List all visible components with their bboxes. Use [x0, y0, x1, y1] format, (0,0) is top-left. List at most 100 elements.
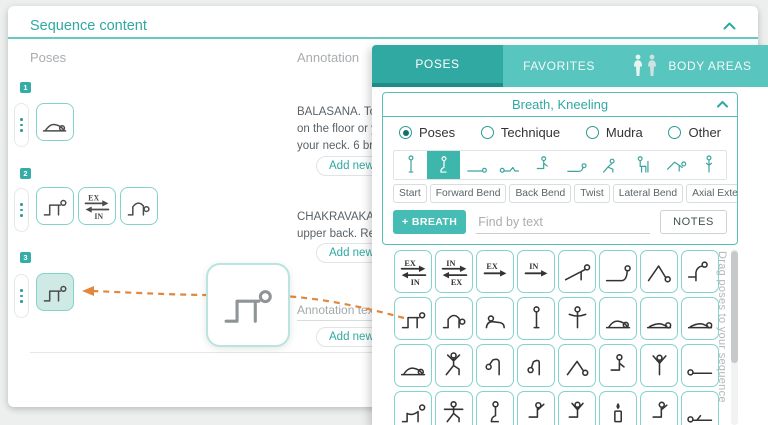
- grid-pose-downward-dog-variant[interactable]: [558, 344, 596, 387]
- grid-pose-supine-rest[interactable]: [681, 344, 719, 387]
- grid-pose-child-pose[interactable]: [599, 297, 637, 340]
- radio-circle-icon: [481, 126, 494, 139]
- grid-pose-warrior-two[interactable]: [435, 391, 473, 425]
- category-lateral-bend[interactable]: Lateral Bend: [613, 184, 683, 203]
- category-axial-extension[interactable]: Axial Extension: [686, 184, 738, 203]
- filter-chevron-up-icon[interactable]: [717, 101, 728, 108]
- grid-pose-child-pose-flat[interactable]: [394, 344, 432, 387]
- drag-handle[interactable]: [14, 103, 29, 147]
- grid-pose-child-pose-variant[interactable]: [681, 297, 719, 340]
- grid-pose-cat-cow[interactable]: [394, 391, 432, 425]
- item-number-badge: 1: [20, 82, 31, 93]
- grid-pose-table-pose[interactable]: [394, 297, 432, 340]
- grid-pose-candle[interactable]: [599, 391, 637, 425]
- grid-pose-supine-legs-extended[interactable]: [681, 391, 719, 425]
- svg-text:IN: IN: [94, 212, 103, 221]
- position-filter-chair-seated[interactable]: [626, 151, 659, 179]
- position-filter-prone-elbows[interactable]: [560, 151, 593, 179]
- tab-body-areas-label: BODY AREAS: [668, 59, 751, 73]
- grid-pose-standing-forward-fold[interactable]: [476, 344, 514, 387]
- svg-text:IN: IN: [446, 259, 455, 268]
- tab-body-areas[interactable]: BODY AREAS: [615, 45, 768, 87]
- standing-y-arms-icon: [644, 350, 675, 381]
- grid-pose-breath-ex[interactable]: EX: [476, 250, 514, 293]
- grid-pose-kneeling-reach[interactable]: [640, 391, 678, 425]
- notes-button[interactable]: NOTES: [660, 210, 727, 234]
- standing-arms-bent-icon: [562, 303, 593, 334]
- grid-pose-kneeling-upright[interactable]: [599, 344, 637, 387]
- forward-fold-variant-icon: [521, 350, 552, 381]
- search-input[interactable]: [476, 211, 650, 234]
- radio-poses[interactable]: Poses: [399, 125, 455, 140]
- position-filter-supine[interactable]: [494, 151, 527, 179]
- grid-pose-camel-pose[interactable]: [681, 250, 719, 293]
- filter-dropdown[interactable]: Breath, Kneeling: [383, 93, 737, 117]
- grid-pose-forward-fold-variant[interactable]: [517, 344, 555, 387]
- sequence-pose-breath-ex-in[interactable]: EX IN: [78, 187, 116, 225]
- grid-pose-kneeling-arms-up[interactable]: [558, 391, 596, 425]
- category-twist[interactable]: Twist: [574, 184, 609, 203]
- position-filter-standing-prayer[interactable]: [693, 151, 726, 179]
- grid-pose-breath-ex-in[interactable]: EXIN: [394, 250, 432, 293]
- sphinx-pose-icon: [603, 256, 634, 287]
- tab-favorites[interactable]: FAVORITES: [503, 45, 615, 87]
- kneeling-arm-raise-icon: [521, 397, 552, 425]
- child-pose-icon: [40, 107, 70, 137]
- svg-text:IN: IN: [529, 262, 538, 271]
- grid-pose-kneeling-arm-raise[interactable]: [517, 391, 555, 425]
- child-pose-variant-icon: [685, 303, 716, 334]
- grid-pose-high-lunge[interactable]: [435, 344, 473, 387]
- svg-text:EX: EX: [88, 194, 99, 203]
- position-filter-lunge[interactable]: [593, 151, 626, 179]
- radio-circle-icon: [668, 126, 681, 139]
- sequence-pose-cat-pose[interactable]: [120, 187, 158, 225]
- breath-ex-in-icon: EX IN: [82, 191, 112, 221]
- position-filter-prone[interactable]: [460, 151, 493, 179]
- drag-handle[interactable]: [14, 188, 29, 232]
- collapse-chevron-up-icon[interactable]: [723, 22, 736, 30]
- category-forward-bend[interactable]: Forward Bend: [430, 184, 507, 203]
- radio-technique[interactable]: Technique: [481, 125, 560, 140]
- grid-pose-standing-arms-bent[interactable]: [558, 297, 596, 340]
- position-filter-standing[interactable]: [394, 151, 427, 179]
- category-back-bend[interactable]: Back Bend: [509, 184, 571, 203]
- tab-poses[interactable]: POSES: [372, 45, 503, 87]
- scrollbar-track[interactable]: [731, 249, 738, 425]
- sequence-pose-table-pose[interactable]: [36, 187, 74, 225]
- grid-pose-standing-pose[interactable]: [517, 297, 555, 340]
- sequence-pose-table-pose[interactable]: [36, 273, 74, 311]
- position-filter-kneeling-sit[interactable]: [427, 151, 460, 179]
- dragged-pose-ghost[interactable]: [206, 263, 290, 347]
- panel-tabbar: POSES FAVORITES BODY AREAS: [372, 45, 768, 87]
- position-filter-arm-balance[interactable]: [660, 151, 693, 179]
- grid-pose-plank-pose[interactable]: [558, 250, 596, 293]
- downward-dog-variant-icon: [562, 350, 593, 381]
- camel-pose-icon: [685, 256, 716, 287]
- radio-other[interactable]: Other: [668, 125, 721, 140]
- child-pose-flat-icon: [398, 350, 429, 381]
- sequence-pose-child-pose[interactable]: [36, 103, 74, 141]
- grid-pose-seated-forward-curl[interactable]: [476, 297, 514, 340]
- add-breath-button[interactable]: + BREATH: [393, 210, 466, 234]
- drag-handle[interactable]: [14, 274, 29, 318]
- standing-pose-icon: [521, 303, 552, 334]
- pose-grid: EXININEXEXIN: [394, 250, 719, 425]
- grid-pose-standing-y-arms[interactable]: [640, 344, 678, 387]
- chair-seated-icon: [631, 153, 655, 177]
- grid-pose-breath-in[interactable]: IN: [517, 250, 555, 293]
- svg-text:EX: EX: [450, 278, 461, 287]
- grid-pose-breath-in-ex[interactable]: IN EX: [435, 250, 473, 293]
- category-start[interactable]: Start: [393, 184, 427, 203]
- position-filter-kneeling-upright[interactable]: [527, 151, 560, 179]
- grid-pose-kneeling-sit[interactable]: [476, 391, 514, 425]
- filter-title: Breath, Kneeling: [512, 97, 608, 112]
- grid-pose-sphinx-pose[interactable]: [599, 250, 637, 293]
- radio-mudra[interactable]: Mudra: [586, 125, 643, 140]
- body-figures-icon: [631, 54, 661, 78]
- table-pose-icon: [398, 303, 429, 334]
- grid-pose-downward-dog[interactable]: [640, 250, 678, 293]
- prone-elbows-icon: [565, 153, 589, 177]
- grid-pose-cat-pose[interactable]: [435, 297, 473, 340]
- grid-pose-prone-rest[interactable]: [640, 297, 678, 340]
- scrollbar-thumb[interactable]: [731, 251, 738, 363]
